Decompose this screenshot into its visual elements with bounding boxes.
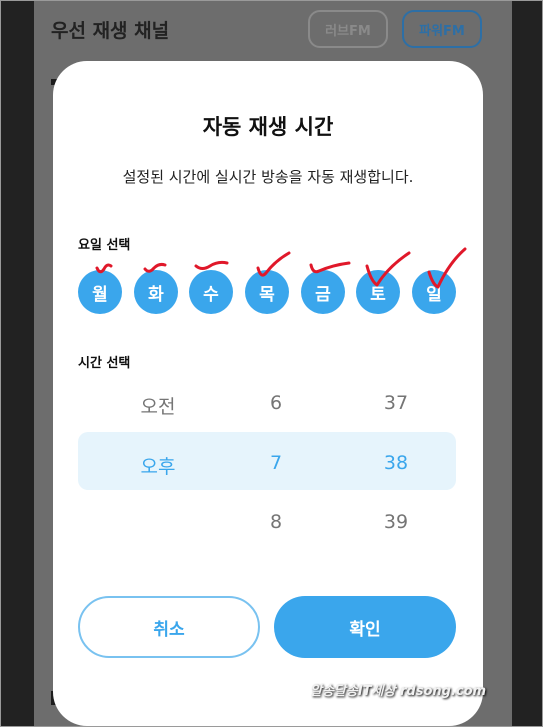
right-border (512, 1, 542, 726)
hour-selected[interactable]: 7 (236, 452, 316, 474)
ampm-option[interactable]: 오전 (118, 392, 198, 419)
day-wed-button[interactable]: 수 (189, 270, 233, 314)
day-mon-button[interactable]: 월 (78, 270, 122, 314)
time-select-label: 시간 선택 (78, 356, 131, 371)
hour-option[interactable]: 8 (236, 511, 316, 533)
minute-option[interactable]: 39 (356, 511, 436, 533)
day-tue-button[interactable]: 화 (134, 270, 178, 314)
dialog-title: 자동 재생 시간 (202, 115, 334, 139)
priority-channel-title: 우선 재생 채널 (51, 20, 170, 42)
power-fm-chip[interactable]: 파워FM (402, 10, 482, 48)
day-selector: 월 화 수 목 금 토 일 (78, 270, 458, 314)
auto-play-time-dialog: 자동 재생 시간 설정된 시간에 실시간 방송을 자동 재생합니다. 요일 선택… (53, 61, 483, 726)
ampm-selected[interactable]: 오후 (118, 452, 198, 479)
day-sun-button[interactable]: 일 (412, 270, 456, 314)
day-thu-button[interactable]: 목 (245, 270, 289, 314)
cancel-button[interactable]: 취소 (78, 596, 260, 658)
day-sat-button[interactable]: 토 (356, 270, 400, 314)
day-select-label: 요일 선택 (78, 238, 131, 253)
minute-option[interactable]: 37 (356, 392, 436, 414)
minute-selected[interactable]: 38 (356, 452, 436, 474)
check-mark (194, 260, 229, 270)
confirm-button[interactable]: 확인 (274, 596, 456, 658)
hour-option[interactable]: 6 (236, 392, 316, 414)
love-fm-chip[interactable]: 러브FM (308, 10, 388, 48)
dialog-subtitle: 설정된 시간에 실시간 방송을 자동 재생합니다. (122, 168, 414, 186)
day-fri-button[interactable]: 금 (301, 270, 345, 314)
left-border (1, 1, 34, 726)
watermark-text: 알송달송IT세상 rdsong.com (310, 684, 487, 699)
